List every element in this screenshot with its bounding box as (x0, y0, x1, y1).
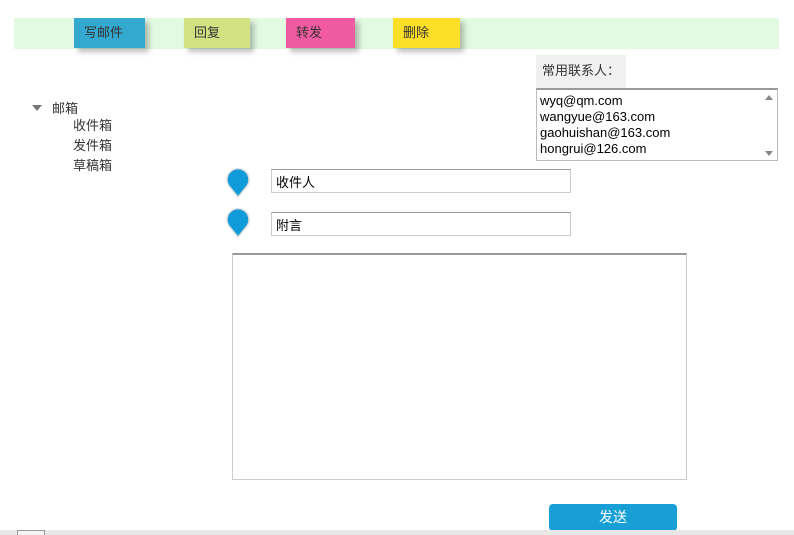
contact-item[interactable]: wangyue@163.com (540, 109, 777, 125)
scroll-thumb[interactable] (17, 530, 45, 535)
note-input[interactable] (271, 212, 571, 236)
contact-item[interactable]: hongrui@126.com (540, 141, 777, 157)
contacts-list[interactable]: wyq@qm.com wangyue@163.com gaohuishan@16… (536, 88, 778, 161)
contact-item[interactable]: gaohuishan@163.com (540, 125, 777, 141)
message-body[interactable] (232, 253, 687, 480)
delete-button[interactable]: 删除 (393, 18, 460, 48)
horizontal-scrollbar[interactable] (0, 530, 794, 535)
tree-item-sent[interactable]: 发件箱 (73, 137, 112, 157)
recipient-input[interactable] (271, 169, 571, 193)
tree-root-label: 邮箱 (52, 102, 79, 117)
scroll-down-icon[interactable] (765, 151, 773, 156)
compose-button[interactable]: 写邮件 (74, 18, 145, 48)
toolbar: 写邮件 回复 转发 删除 (14, 18, 779, 49)
forward-button[interactable]: 转发 (286, 18, 355, 48)
contact-item[interactable]: wyq@qm.com (540, 93, 777, 109)
send-button[interactable]: 发送 (549, 504, 677, 531)
mailbox-tree: 邮箱 收件箱 发件箱 草稿箱 (32, 98, 112, 177)
scrollbar[interactable] (761, 90, 777, 160)
scroll-up-icon[interactable] (765, 95, 773, 100)
tree-root[interactable]: 邮箱 (32, 98, 112, 117)
caret-down-icon[interactable] (32, 105, 42, 111)
location-pin-icon (226, 168, 250, 198)
reply-button[interactable]: 回复 (184, 18, 250, 48)
contacts-label: 常用联系人： (536, 55, 626, 88)
tree-item-drafts[interactable]: 草稿箱 (73, 157, 112, 177)
location-pin-icon (226, 208, 250, 238)
tree-item-inbox[interactable]: 收件箱 (73, 117, 112, 137)
